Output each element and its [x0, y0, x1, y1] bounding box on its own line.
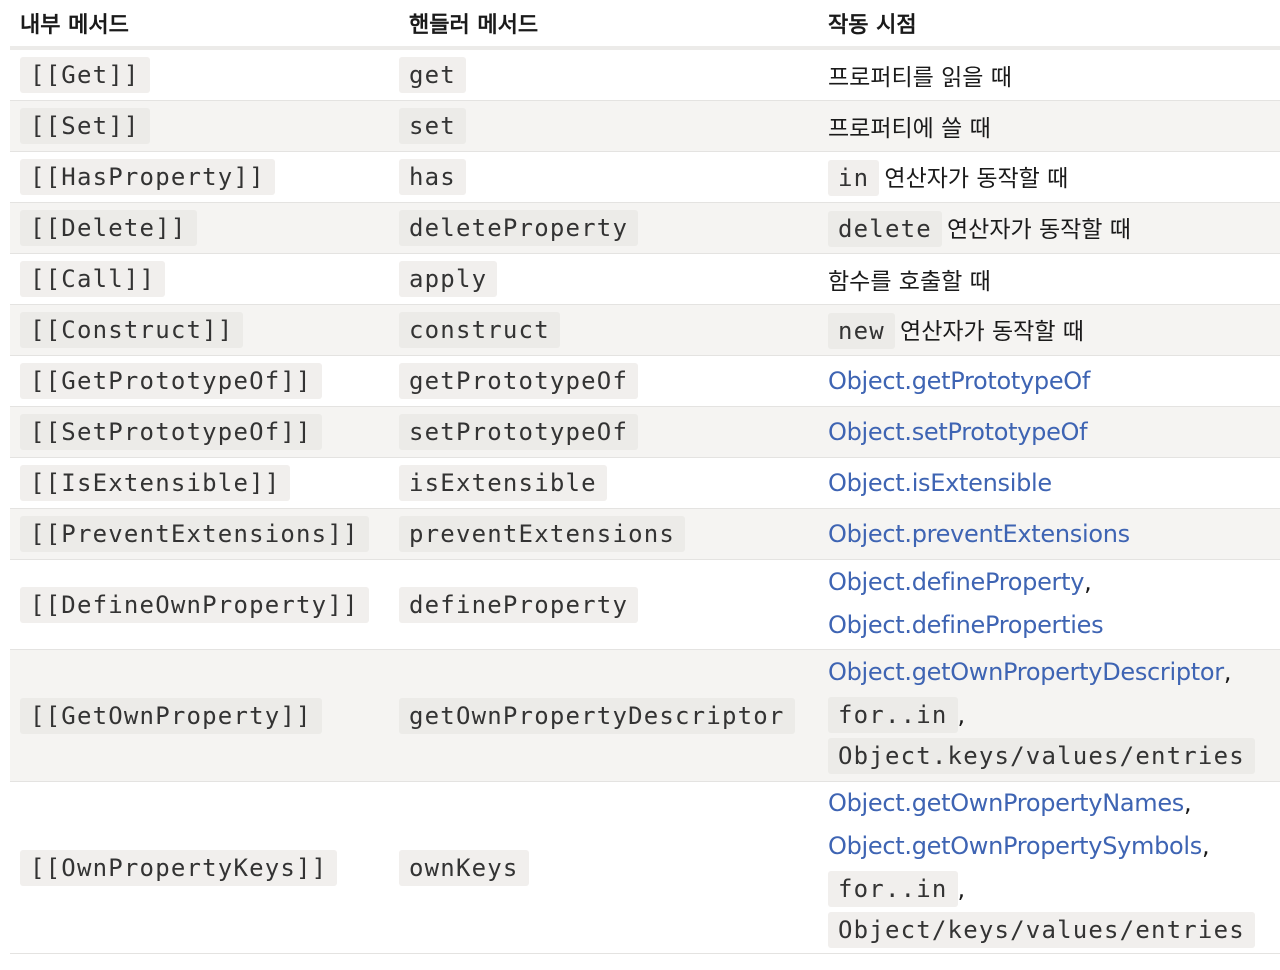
table-row: [[Call]] apply 함수를 호출할 때	[10, 254, 1280, 305]
comma: ,	[1084, 567, 1092, 596]
handler-method: getOwnPropertyDescriptor	[399, 697, 795, 734]
handler-method: set	[399, 108, 466, 144]
trigger-link[interactable]: Object.preventExtensions	[828, 520, 1130, 548]
table-row: [[SetPrototypeOf]] setPrototypeOf Object…	[10, 407, 1280, 458]
table-row: [[OwnPropertyKeys]] ownKeys Object.getOw…	[10, 782, 1280, 954]
trigger-link[interactable]: Object.defineProperty	[828, 568, 1084, 596]
handler-method: has	[399, 159, 466, 195]
internal-method: [[SetPrototypeOf]]	[20, 414, 322, 450]
trigger-link[interactable]: Object.defineProperties	[828, 611, 1104, 639]
trigger-code: Object.keys/values/entries	[828, 738, 1255, 774]
internal-method: [[HasProperty]]	[20, 159, 275, 195]
table-row: [[Set]] set 프로퍼티에 쓸 때	[10, 101, 1280, 152]
internal-method: [[OwnPropertyKeys]]	[20, 849, 338, 886]
handler-method: apply	[399, 261, 498, 297]
handler-method: isExtensible	[399, 465, 607, 501]
handler-method: setPrototypeOf	[399, 414, 639, 450]
trigger-text: 함수를 호출할 때	[828, 269, 991, 295]
internal-method: [[Get]]	[20, 57, 150, 93]
table-row: [[Delete]] deleteProperty delete 연산자가 동작…	[10, 203, 1280, 254]
trigger-link[interactable]: Object.getOwnPropertySymbols	[828, 832, 1202, 860]
comma: ,	[1184, 788, 1192, 817]
handler-method: defineProperty	[399, 586, 639, 623]
trigger-text: 연산자가 동작할 때	[900, 318, 1084, 345]
table-row: [[IsExtensible]] isExtensible Object.isE…	[10, 458, 1280, 509]
table-row: [[Construct]] construct new 연산자가 동작할 때	[10, 305, 1280, 356]
table-row: [[GetOwnProperty]] getOwnPropertyDescrip…	[10, 650, 1280, 782]
handler-method: construct	[399, 312, 560, 348]
trigger-code: in	[828, 159, 880, 196]
table-row: [[DefineOwnProperty]] defineProperty Obj…	[10, 560, 1280, 650]
trigger-code: delete	[828, 210, 942, 247]
handler-method: deleteProperty	[399, 210, 639, 246]
internal-method: [[Set]]	[20, 108, 150, 144]
trigger-link[interactable]: Object.getPrototypeOf	[828, 367, 1090, 395]
comma: ,	[1223, 658, 1232, 686]
handler-method: getPrototypeOf	[399, 363, 639, 399]
comma: ,	[1202, 831, 1210, 860]
trigger-text: 연산자가 동작할 때	[884, 165, 1069, 192]
internal-method: [[GetPrototypeOf]]	[20, 363, 322, 399]
handler-method: get	[399, 57, 466, 93]
trigger-code: for..in	[828, 697, 958, 733]
trigger-text: 프로퍼티를 읽을 때	[828, 65, 1012, 91]
trigger-code: Object/keys/values/entries	[828, 911, 1255, 948]
table-row: [[HasProperty]] has in 연산자가 동작할 때	[10, 152, 1280, 203]
trigger-link[interactable]: Object.getOwnPropertyDescriptor	[828, 658, 1224, 686]
trigger-link[interactable]: Object.setPrototypeOf	[828, 418, 1088, 446]
internal-method: [[Call]]	[20, 261, 166, 297]
table-row: [[Get]] get 프로퍼티를 읽을 때	[10, 50, 1280, 101]
internal-method: [[GetOwnProperty]]	[20, 697, 322, 734]
handler-method: ownKeys	[399, 849, 529, 886]
trigger-code: for..in	[828, 870, 958, 907]
proxy-trap-table: 내부 메서드 핸들러 메서드 작동 시점 [[Get]] get 프로퍼티를 읽…	[10, 0, 1280, 954]
table-row: [[GetPrototypeOf]] getPrototypeOf Object…	[10, 356, 1280, 407]
header-handler-method: 핸들러 메서드	[409, 13, 539, 38]
internal-method: [[IsExtensible]]	[20, 465, 291, 501]
comma: ,	[957, 701, 966, 729]
internal-method: [[Construct]]	[20, 312, 244, 348]
header-internal-method: 내부 메서드	[20, 13, 129, 38]
internal-method: [[DefineOwnProperty]]	[20, 586, 369, 623]
trigger-text: 프로퍼티에 쓸 때	[828, 116, 991, 142]
trigger-text: 연산자가 동작할 때	[947, 216, 1131, 243]
trigger-link[interactable]: Object.getOwnPropertyNames	[828, 789, 1184, 817]
table-header: 내부 메서드 핸들러 메서드 작동 시점	[10, 0, 1280, 50]
trigger-code: new	[828, 312, 895, 349]
table-row: [[PreventExtensions]] preventExtensions …	[10, 509, 1280, 560]
handler-method: preventExtensions	[399, 516, 686, 552]
internal-method: [[Delete]]	[20, 210, 197, 246]
comma: ,	[957, 874, 966, 903]
internal-method: [[PreventExtensions]]	[20, 516, 369, 552]
header-trigger: 작동 시점	[828, 13, 917, 38]
trigger-link[interactable]: Object.isExtensible	[828, 469, 1052, 497]
